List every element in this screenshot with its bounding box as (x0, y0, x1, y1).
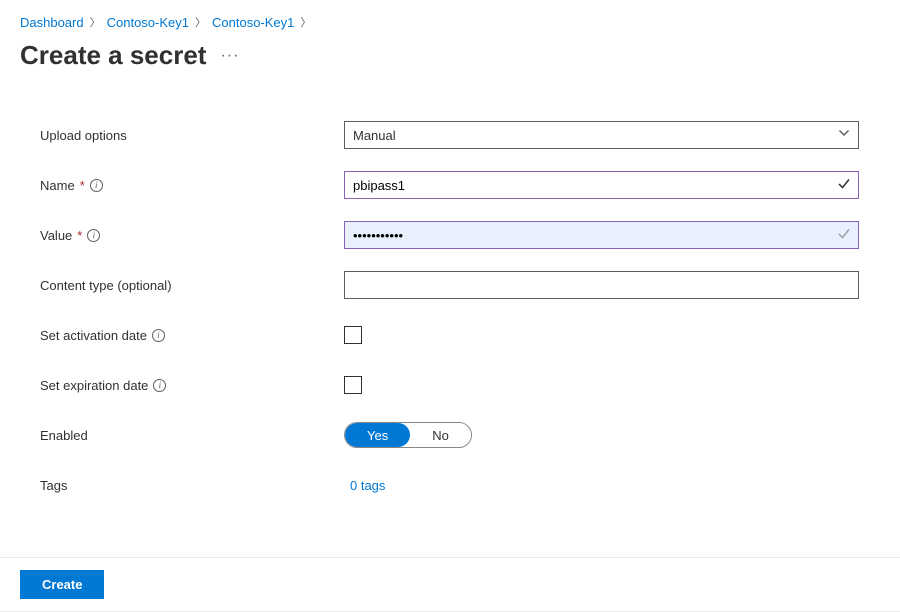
info-icon[interactable]: i (90, 179, 103, 192)
page-header: Create a secret ··· (0, 34, 900, 101)
chevron-right-icon: 〉 (195, 14, 206, 30)
more-menu-button[interactable]: ··· (220, 47, 239, 65)
form: Upload options Manual Name * i Value (0, 101, 900, 499)
tags-link[interactable]: 0 tags (344, 478, 385, 493)
name-input[interactable] (344, 171, 859, 199)
upload-options-label: Upload options (40, 128, 344, 143)
content-type-input[interactable] (344, 271, 859, 299)
breadcrumb-item-dashboard[interactable]: Dashboard (20, 15, 84, 30)
enabled-toggle-yes[interactable]: Yes (345, 423, 410, 447)
info-icon[interactable]: i (153, 379, 166, 392)
name-label: Name * i (40, 178, 344, 193)
tags-label: Tags (40, 478, 344, 493)
expiration-date-label: Set expiration date i (40, 378, 344, 393)
upload-options-select[interactable]: Manual (344, 121, 859, 149)
enabled-label: Enabled (40, 428, 344, 443)
info-icon[interactable]: i (152, 329, 165, 342)
create-button[interactable]: Create (20, 570, 104, 599)
breadcrumb-item-secrets[interactable]: Contoso-Key1 (212, 15, 294, 30)
expiration-date-checkbox[interactable] (344, 376, 362, 394)
chevron-right-icon: 〉 (90, 14, 101, 30)
chevron-right-icon: 〉 (300, 14, 311, 30)
enabled-toggle[interactable]: Yes No (344, 422, 472, 448)
required-indicator: * (80, 178, 85, 193)
activation-date-label: Set activation date i (40, 328, 344, 343)
info-icon[interactable]: i (87, 229, 100, 242)
page-title: Create a secret (20, 40, 206, 71)
upload-options-value: Manual (353, 128, 396, 143)
breadcrumb-item-vault[interactable]: Contoso-Key1 (107, 15, 189, 30)
activation-date-checkbox[interactable] (344, 326, 362, 344)
value-input[interactable] (344, 221, 859, 249)
enabled-toggle-no[interactable]: No (410, 423, 471, 447)
value-label: Value * i (40, 228, 344, 243)
chevron-down-icon (838, 128, 850, 143)
required-indicator: * (77, 228, 82, 243)
breadcrumb: Dashboard 〉 Contoso-Key1 〉 Contoso-Key1 … (0, 0, 900, 34)
footer: Create (0, 557, 900, 612)
content-type-label: Content type (optional) (40, 278, 344, 293)
